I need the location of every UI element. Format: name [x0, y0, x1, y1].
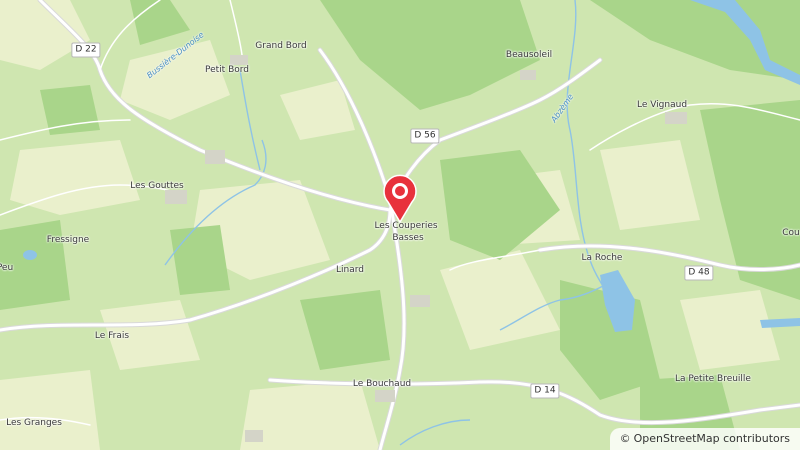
place-linard: Linard — [336, 265, 364, 275]
place-peu: Peu — [0, 263, 14, 273]
place-cou: Cou — [782, 228, 800, 238]
place-basses: Basses — [392, 233, 424, 243]
copyright-symbol: © — [619, 432, 631, 445]
place-la-roche: La Roche — [581, 253, 623, 263]
place-beausoleil: Beausoleil — [505, 50, 553, 60]
place-petit-bord: Petit Bord — [205, 65, 249, 75]
place-fressigne: Fressigne — [46, 235, 90, 245]
place-le-vignaud: Le Vignaud — [636, 100, 688, 110]
place-le-frais: Le Frais — [94, 331, 130, 341]
road-label-d14: D 14 — [530, 383, 560, 399]
place-le-bouchaud: Le Bouchaud — [352, 379, 412, 389]
attribution-text: OpenStreetMap contributors — [633, 432, 790, 445]
location-pin-icon[interactable] — [376, 172, 424, 224]
place-la-petite-breuille: La Petite Breuille — [675, 374, 751, 384]
road-label-d48: D 48 — [684, 265, 714, 281]
place-les-granges: Les Granges — [6, 418, 62, 428]
map-attribution[interactable]: © OpenStreetMap contributors — [609, 428, 800, 450]
place-les-gouttes: Les Gouttes — [130, 181, 184, 191]
place-grand-bord: Grand Bord — [255, 41, 307, 51]
road-label-d56: D 56 — [410, 128, 440, 144]
road-label-d22: D 22 — [71, 42, 101, 58]
map-view[interactable]: Grand Bord Petit Bord Beausoleil Le Vign… — [0, 0, 800, 450]
